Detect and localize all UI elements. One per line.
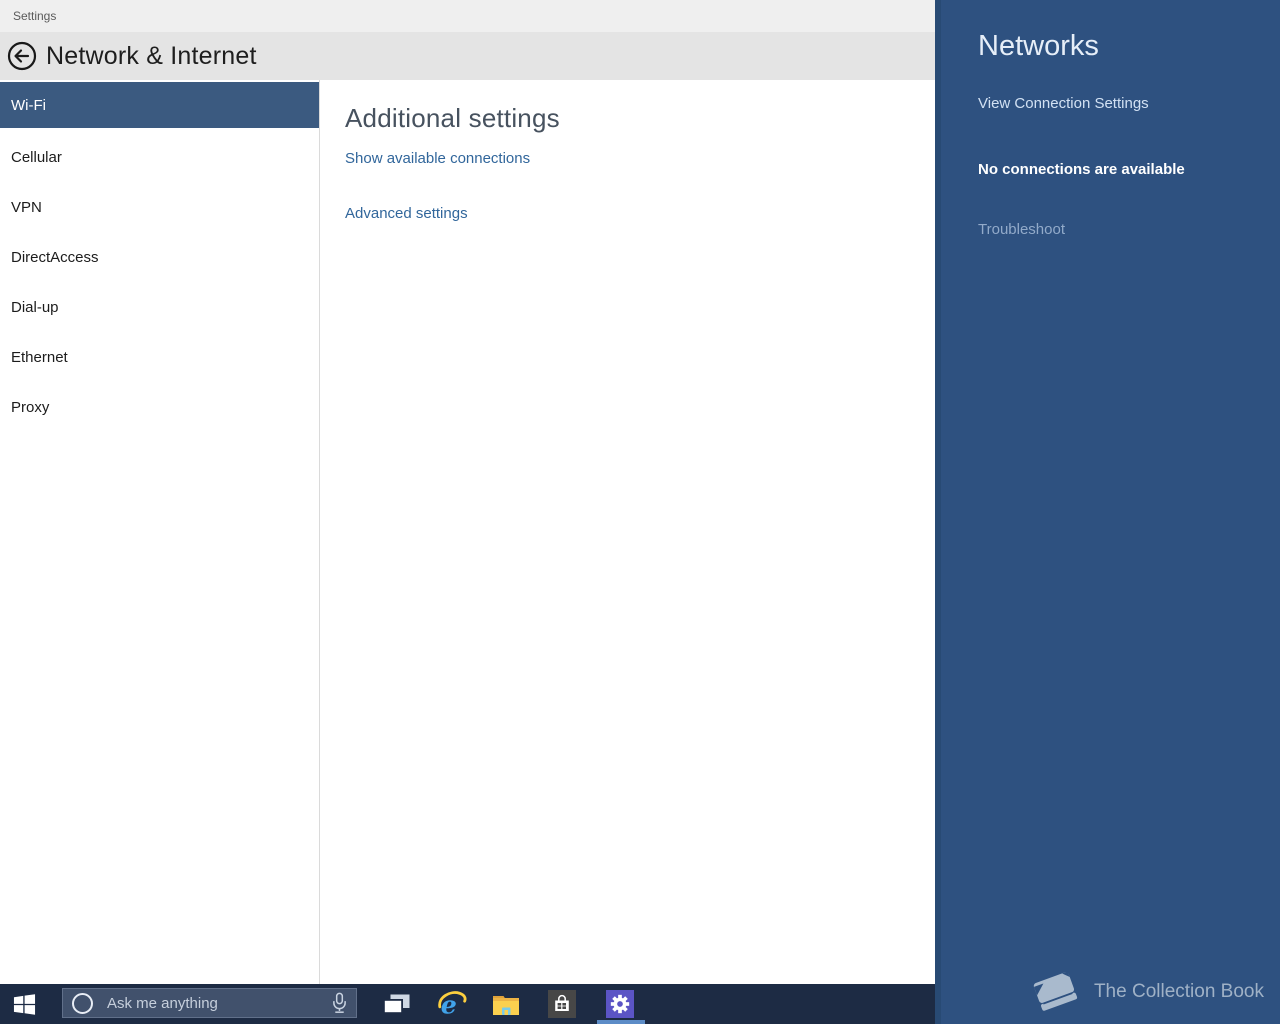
start-button[interactable]: [0, 984, 48, 1024]
search-input[interactable]: [105, 993, 332, 1013]
microphone-icon[interactable]: [332, 992, 347, 1014]
settings-sidebar: Wi-Fi Cellular VPN DirectAccess Dial-up …: [0, 80, 320, 984]
file-explorer-icon: [493, 995, 519, 1015]
file-explorer-button[interactable]: [484, 984, 528, 1024]
sidebar-item-proxy[interactable]: Proxy: [0, 382, 319, 432]
start-icon: [13, 993, 35, 1015]
book-icon: [1033, 971, 1078, 1011]
sidebar-item-directaccess[interactable]: DirectAccess: [0, 232, 319, 282]
view-connection-settings-link[interactable]: View Connection Settings: [978, 95, 1149, 112]
settings-button[interactable]: [598, 984, 642, 1024]
taskbar: e: [0, 984, 935, 1024]
store-button[interactable]: [540, 984, 584, 1024]
search-box[interactable]: [62, 988, 357, 1018]
settings-gear-icon: [606, 990, 634, 1018]
troubleshoot-link[interactable]: Troubleshoot: [978, 221, 1065, 238]
show-available-connections-link[interactable]: Show available connections: [345, 150, 530, 167]
networks-panel-title: Networks: [978, 30, 1099, 62]
back-button[interactable]: [6, 40, 38, 72]
task-view-icon: [382, 994, 409, 1014]
no-connections-status: No connections are available: [978, 161, 1185, 178]
sidebar-item-wifi[interactable]: Wi-Fi: [0, 82, 319, 128]
watermark-text: The Collection Book: [1093, 981, 1264, 1002]
window-title: Settings: [13, 9, 57, 23]
main-content: Additional settings Show available conne…: [321, 80, 935, 984]
active-app-indicator: [597, 1020, 645, 1024]
sidebar-item-dialup[interactable]: Dial-up: [0, 282, 319, 332]
internet-explorer-button[interactable]: e: [430, 984, 474, 1024]
watermark: The Collection Book: [1028, 968, 1264, 1016]
section-heading: Additional settings: [345, 103, 560, 133]
sidebar-item-ethernet[interactable]: Ethernet: [0, 332, 319, 382]
back-arrow-icon: [7, 41, 37, 71]
sidebar-item-cellular[interactable]: Cellular: [0, 132, 319, 182]
window-titlebar: Settings: [0, 0, 935, 32]
sidebar-item-vpn[interactable]: VPN: [0, 182, 319, 232]
advanced-settings-link[interactable]: Advanced settings: [345, 205, 468, 222]
settings-app-window: Settings Network & Internet Wi-Fi Cellul…: [0, 0, 1280, 1024]
page-header: Network & Internet: [0, 32, 935, 80]
store-icon: [548, 990, 576, 1018]
networks-panel: Networks View Connection Settings No con…: [935, 0, 1280, 1024]
task-view-button[interactable]: [374, 984, 418, 1024]
internet-explorer-icon: e: [438, 989, 467, 1019]
page-title: Network & Internet: [46, 41, 257, 70]
cortana-circle-icon: [72, 992, 93, 1014]
